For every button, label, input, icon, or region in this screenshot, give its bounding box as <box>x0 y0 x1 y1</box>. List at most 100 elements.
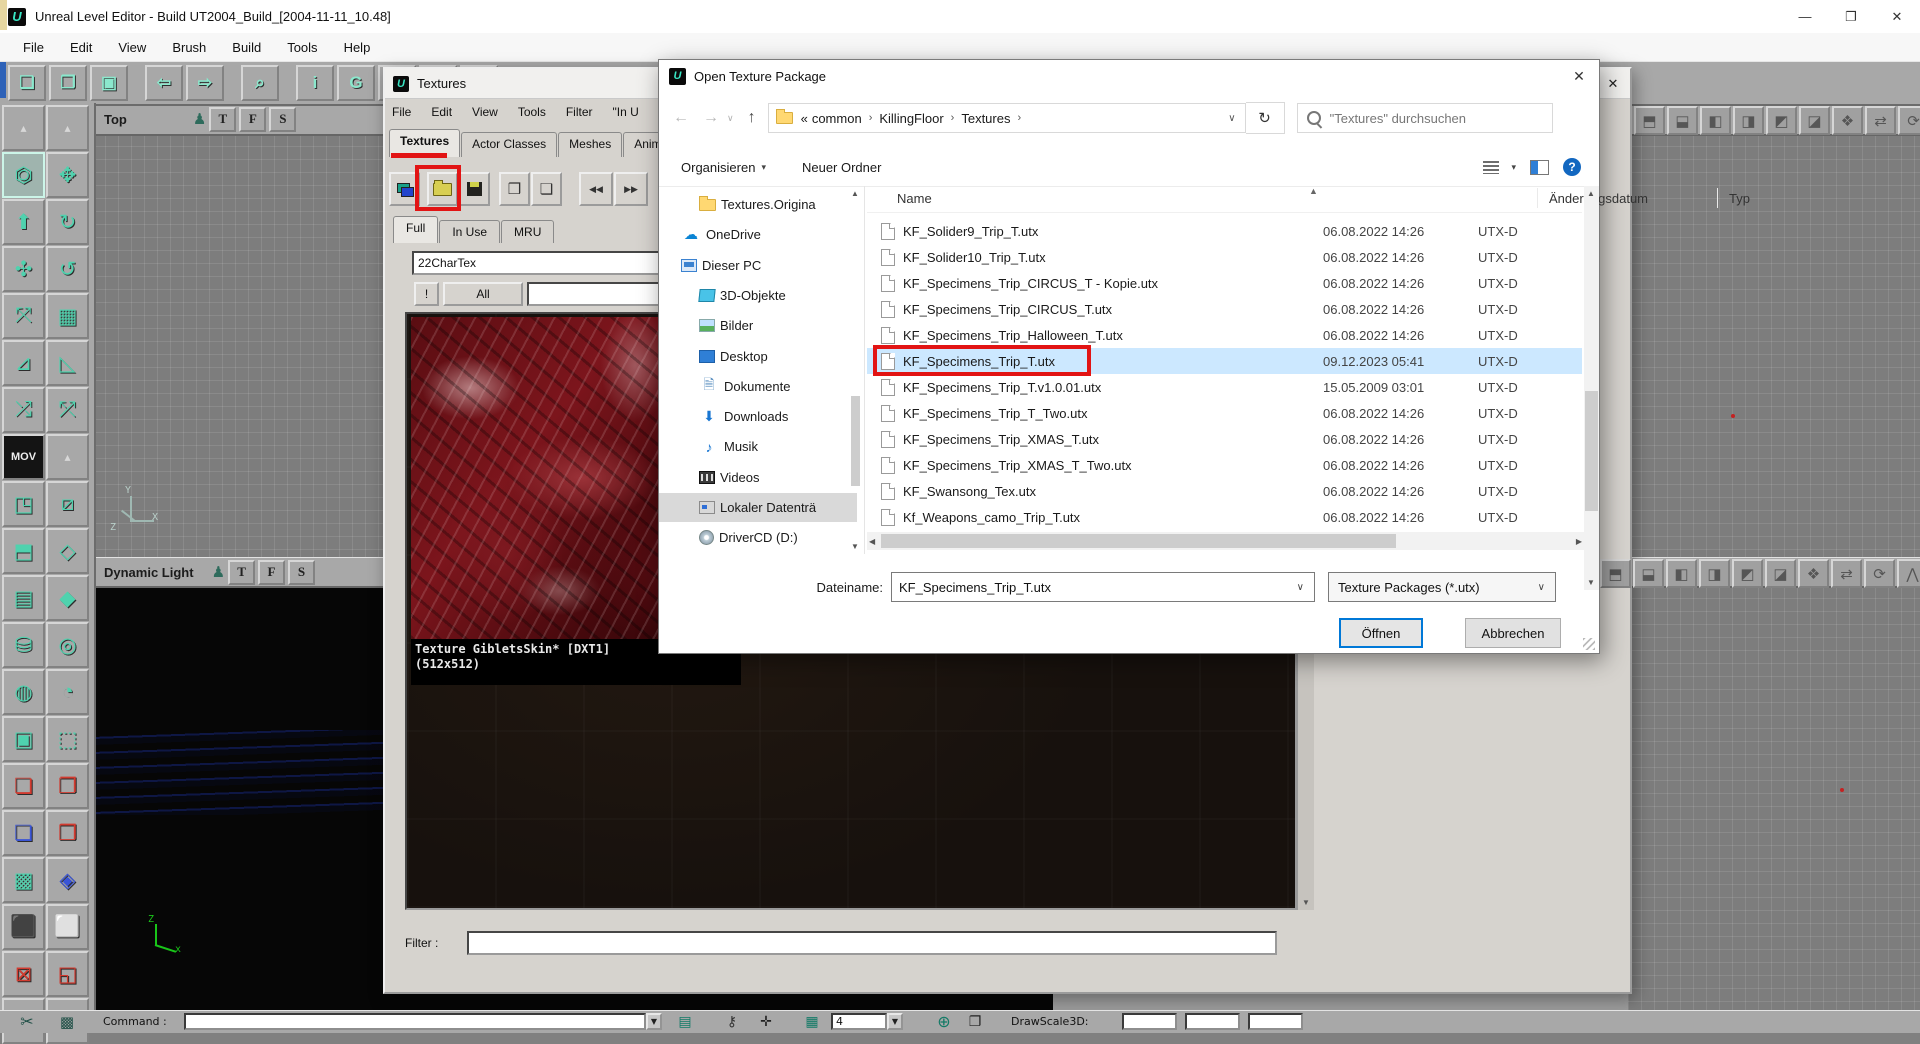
open-button[interactable]: Öffnen <box>1339 618 1423 648</box>
browser-menu-view[interactable]: View <box>472 102 509 126</box>
copy-icon[interactable]: ❏ <box>531 172 562 206</box>
viewmode-icon-8[interactable]: ⟳ <box>1898 106 1920 135</box>
viewmode-icon-7[interactable]: ⇄ <box>1831 559 1862 588</box>
resize-grip[interactable] <box>1583 638 1595 650</box>
sidebar-item-downloads[interactable]: ⬇ Downloads <box>659 402 857 431</box>
list-scroll-right-icon[interactable]: ▶ <box>1576 534 1582 549</box>
address-bar[interactable]: « common › KillingFloor › Textures › ∨ <box>767 103 1246 133</box>
palette-tool-33[interactable]: ◈ <box>46 857 89 903</box>
viewmode-icon-7[interactable]: ⇄ <box>1865 106 1896 135</box>
browser-menu-filter[interactable]: Filter <box>566 102 604 126</box>
palette-tool-19[interactable]: ◇ <box>46 528 89 574</box>
file-list-vscrollbar[interactable]: ▲ ▼ <box>1584 186 1599 590</box>
file-row-8[interactable]: KF_Specimens_Trip_XMAS_T.utx 06.08.2022 1… <box>867 426 1582 452</box>
palette-tool-1[interactable]: ▴ <box>46 105 89 151</box>
palette-tool-15[interactable]: ▴ <box>46 434 89 480</box>
grid-toggle-icon[interactable]: ▦ <box>798 1012 826 1031</box>
file-row-11[interactable]: Kf_Weapons_camo_Trip_T.utx 06.08.2022 14:… <box>867 504 1582 530</box>
properties-icon[interactable]: ❒ <box>499 172 530 206</box>
vertex-snap-icon[interactable]: ✛ <box>752 1012 780 1031</box>
bang-filter-button[interactable]: ! <box>414 282 439 306</box>
close-button[interactable]: ✕ <box>1874 0 1920 33</box>
search-actors-icon[interactable]: ⌕ <box>241 65 279 101</box>
palette-tool-12[interactable]: ⤮ <box>2 387 45 433</box>
palette-tool-20[interactable]: ▤ <box>2 575 45 621</box>
sidebar-scrollbar[interactable]: ▲ ▼ <box>849 186 862 554</box>
filetype-chevron-icon[interactable]: ∨ <box>1538 582 1545 593</box>
browser-menu-tools[interactable]: Tools <box>518 102 557 126</box>
sidebar-item-dokumente[interactable]: 🗎 Dokumente <box>659 372 857 401</box>
viewmode-icon-2[interactable]: ◧ <box>1666 559 1697 588</box>
palette-tool-24[interactable]: ◍ <box>2 669 45 715</box>
shade-s-button-2[interactable]: S <box>288 559 316 585</box>
sidebar-item-videos[interactable]: Videos <box>659 463 857 492</box>
palette-tool-2[interactable]: ⏣ <box>2 152 45 198</box>
sidebar-scroll-down-icon[interactable]: ▼ <box>851 539 859 554</box>
fullscreen-f-button[interactable]: F <box>239 106 267 132</box>
file-row-6[interactable]: KF_Specimens_Trip_T.v1.0.01.utx 15.05.200… <box>867 374 1582 400</box>
palette-tool-25[interactable]: ◔ <box>46 669 89 715</box>
browser-tab-meshes[interactable]: Meshes <box>558 132 623 157</box>
viewmode-icon-0[interactable]: ⬒ <box>1634 106 1665 135</box>
search-box[interactable]: "Textures" durchsuchen <box>1296 103 1553 133</box>
file-row-1[interactable]: KF_Solider10_Trip_T.utx 06.08.2022 14:26 U… <box>867 244 1582 270</box>
browser-menu-edit[interactable]: Edit <box>431 102 463 126</box>
sidebar-item-musik[interactable]: ♪ Musik <box>659 432 857 461</box>
browser-subtab-in-use[interactable]: In Use <box>439 220 501 243</box>
viewmode-icon-4[interactable]: ◩ <box>1732 559 1763 588</box>
command-dropdown-icon[interactable]: ▼ <box>646 1013 662 1030</box>
view-caret-icon[interactable]: ▾ <box>1511 162 1516 173</box>
maximize-viewport-icon[interactable]: ❐ <box>962 1012 988 1031</box>
undo-icon[interactable]: ⇦ <box>145 65 183 101</box>
nav-up-icon[interactable]: ↑ <box>748 109 756 127</box>
palette-tool-16[interactable]: ◳ <box>2 481 45 527</box>
save-map-icon[interactable]: ▣ <box>90 65 128 101</box>
palette-tool-28[interactable]: ❏ <box>2 763 45 809</box>
sidebar-item-3d-objekte[interactable]: 3D-Objekte <box>659 281 857 310</box>
prev-group-icon[interactable]: ◀◀ <box>579 172 613 206</box>
file-row-7[interactable]: KF_Specimens_Trip_T_Two.utx 06.08.2022 14… <box>867 400 1582 426</box>
palette-tool-35[interactable]: ⬜ <box>46 904 89 950</box>
palette-tool-11[interactable]: ◺ <box>46 340 89 386</box>
viewmode-icon-1[interactable]: ⬓ <box>1633 559 1664 588</box>
palette-tool-0[interactable]: ▴ <box>2 105 45 151</box>
palette-tool-23[interactable]: ◎ <box>46 622 89 668</box>
texture-filter-input[interactable] <box>467 931 1277 955</box>
viewmode-icon-3[interactable]: ◨ <box>1733 106 1764 135</box>
sidebar-item-drivercd-d-[interactable]: DriverCD (D:) <box>659 523 857 552</box>
help-info-icon[interactable]: i <box>296 65 334 101</box>
open-map-icon[interactable]: ❐ <box>49 65 87 101</box>
palette-tool-14[interactable]: MOV <box>2 434 45 480</box>
viewmode-icon-4[interactable]: ◩ <box>1766 106 1797 135</box>
command-input[interactable] <box>184 1013 646 1030</box>
viewmode-icon-3[interactable]: ◨ <box>1699 559 1730 588</box>
file-row-2[interactable]: KF_Specimens_Trip_CIRCUS_T - Kopie.utx 06… <box>867 270 1582 296</box>
palette-tool-13[interactable]: ⤱ <box>46 387 89 433</box>
palette-tool-27[interactable]: ⬚ <box>46 716 89 762</box>
address-chevron-icon[interactable]: ∨ <box>1228 113 1235 124</box>
browser-subtab-full[interactable]: Full <box>393 216 439 243</box>
sidebar-item-desktop[interactable]: Desktop <box>659 342 857 371</box>
viewmode-icon-6[interactable]: ❖ <box>1832 106 1863 135</box>
sidebar-item-dieser-pc[interactable]: Dieser PC <box>659 251 857 280</box>
viewmode-icon-6[interactable]: ❖ <box>1798 559 1829 588</box>
cut-icon[interactable]: ✂ <box>12 1012 42 1031</box>
filename-input[interactable]: KF_Specimens_Trip_T.utx ∨ <box>891 572 1315 602</box>
menu-help[interactable]: Help <box>331 33 384 61</box>
file-row-10[interactable]: KF_Swansong_Tex.utx 06.08.2022 14:26 UTX-D <box>867 478 1582 504</box>
palette-tool-37[interactable]: ◱ <box>46 951 89 997</box>
nav-forward-icon[interactable]: → <box>703 109 719 127</box>
view-list-icon[interactable] <box>1483 160 1500 174</box>
sidebar-item-bilder[interactable]: Bilder <box>659 311 857 340</box>
palette-tool-21[interactable]: ◆ <box>46 575 89 621</box>
palette-tool-34[interactable]: ⬛ <box>2 904 45 950</box>
palette-tool-17[interactable]: ⧄ <box>46 481 89 527</box>
viewmode-icon-2[interactable]: ◧ <box>1700 106 1731 135</box>
new-folder-button[interactable]: Neuer Ordner <box>802 160 881 175</box>
palette-tool-6[interactable]: ✣ <box>2 246 45 292</box>
lock-icon[interactable]: ⚷ <box>720 1012 744 1031</box>
dialog-titlebar[interactable]: U Open Texture Package ✕ <box>659 60 1599 92</box>
palette-tool-8[interactable]: ⤧ <box>2 293 45 339</box>
menu-brush[interactable]: Brush <box>159 33 219 61</box>
palette-tool-29[interactable]: ❐ <box>46 763 89 809</box>
